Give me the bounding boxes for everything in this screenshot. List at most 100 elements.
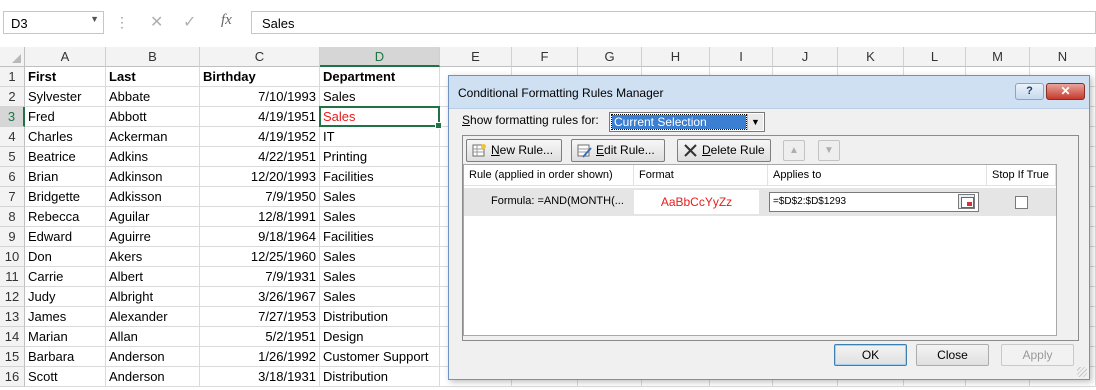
table-cell[interactable]: Facilities <box>320 227 440 247</box>
table-cell[interactable]: Adkins <box>106 147 200 167</box>
table-cell[interactable]: Bridgette <box>25 187 106 207</box>
table-cell[interactable]: Edward <box>25 227 106 247</box>
table-cell[interactable]: Abbate <box>106 87 200 107</box>
row-header-11[interactable]: 11 <box>0 267 25 287</box>
header-cell[interactable]: Birthday <box>200 67 320 87</box>
column-header-c[interactable]: C <box>200 47 320 67</box>
range-select-icon[interactable] <box>958 194 975 209</box>
column-header-d[interactable]: D <box>320 47 440 67</box>
dialog-title-bar[interactable]: Conditional Formatting Rules Manager ? ✕ <box>449 76 1089 109</box>
column-header-k[interactable]: K <box>838 47 904 67</box>
table-cell[interactable]: 9/18/1964 <box>200 227 320 247</box>
formula-input[interactable]: Sales <box>251 11 1096 34</box>
table-cell[interactable]: Sales <box>320 267 440 287</box>
table-cell[interactable]: Akers <box>106 247 200 267</box>
row-header-16[interactable]: 16 <box>0 367 25 387</box>
header-cell[interactable]: First <box>25 67 106 87</box>
table-cell[interactable]: Design <box>320 327 440 347</box>
table-cell[interactable]: 1/26/1992 <box>200 347 320 367</box>
table-cell[interactable]: Sales <box>320 187 440 207</box>
edit-rule-button[interactable]: Edit Rule... <box>571 139 665 162</box>
close-icon[interactable]: ✕ <box>150 12 163 32</box>
row-header-9[interactable]: 9 <box>0 227 25 247</box>
header-cell[interactable]: Department <box>320 67 440 87</box>
table-cell[interactable]: Barbara <box>25 347 106 367</box>
row-header-2[interactable]: 2 <box>0 87 25 107</box>
row-header-1[interactable]: 1 <box>0 67 25 87</box>
show-rules-dropdown[interactable]: Current Selection ▼ <box>609 112 765 132</box>
table-cell[interactable]: Printing <box>320 147 440 167</box>
apply-button[interactable]: Apply <box>1001 344 1074 366</box>
table-cell[interactable]: Sales <box>320 247 440 267</box>
table-cell[interactable]: Charles <box>25 127 106 147</box>
column-header-a[interactable]: A <box>25 47 106 67</box>
table-cell[interactable]: Albert <box>106 267 200 287</box>
row-header-14[interactable]: 14 <box>0 327 25 347</box>
delete-rule-button[interactable]: Delete Rule <box>677 139 771 162</box>
applies-to-input[interactable]: =$D$2:$D$1293 <box>769 192 979 212</box>
column-header-m[interactable]: M <box>966 47 1030 67</box>
table-cell[interactable]: Judy <box>25 287 106 307</box>
check-icon[interactable]: ✓ <box>183 12 196 32</box>
table-cell[interactable]: 3/18/1931 <box>200 367 320 387</box>
table-cell[interactable]: Rebecca <box>25 207 106 227</box>
table-cell[interactable]: Facilities <box>320 167 440 187</box>
row-header-12[interactable]: 12 <box>0 287 25 307</box>
table-cell[interactable]: Sylvester <box>25 87 106 107</box>
table-cell[interactable]: Distribution <box>320 307 440 327</box>
table-cell[interactable]: 7/10/1993 <box>200 87 320 107</box>
column-header-l[interactable]: L <box>904 47 966 67</box>
table-cell[interactable]: Sales <box>320 287 440 307</box>
header-cell[interactable]: Last <box>106 67 200 87</box>
column-header-i[interactable]: I <box>710 47 773 67</box>
table-cell[interactable]: Aguilar <box>106 207 200 227</box>
table-cell[interactable]: 7/9/1950 <box>200 187 320 207</box>
close-dialog-button[interactable]: ✕ <box>1046 83 1085 100</box>
row-header-15[interactable]: 15 <box>0 347 25 367</box>
rule-row[interactable]: Formula: =AND(MONTH(... AaBbCcYyZz =$D$2… <box>464 188 1056 216</box>
table-cell[interactable]: 4/19/1952 <box>200 127 320 147</box>
table-cell[interactable]: Marian <box>25 327 106 347</box>
column-header-g[interactable]: G <box>578 47 642 67</box>
stop-if-true-checkbox[interactable] <box>1015 196 1028 209</box>
table-cell[interactable]: Customer Support <box>320 347 440 367</box>
table-cell[interactable]: Scott <box>25 367 106 387</box>
chevron-down-icon[interactable]: ▼ <box>747 114 763 130</box>
table-cell[interactable]: 12/20/1993 <box>200 167 320 187</box>
table-cell[interactable]: Adkisson <box>106 187 200 207</box>
table-cell[interactable]: Anderson <box>106 347 200 367</box>
row-header-4[interactable]: 4 <box>0 127 25 147</box>
table-cell[interactable]: 4/22/1951 <box>200 147 320 167</box>
table-cell[interactable]: 12/25/1960 <box>200 247 320 267</box>
table-cell[interactable]: Abbott <box>106 107 200 127</box>
row-header-5[interactable]: 5 <box>0 147 25 167</box>
table-cell[interactable]: Brian <box>25 167 106 187</box>
chevron-down-icon[interactable]: ▼ <box>90 14 99 24</box>
table-cell[interactable]: 7/9/1931 <box>200 267 320 287</box>
table-cell[interactable]: Beatrice <box>25 147 106 167</box>
select-all-button[interactable] <box>0 47 25 67</box>
new-rule-button[interactable]: New Rule... <box>466 139 562 162</box>
table-cell[interactable]: Fred <box>25 107 106 127</box>
table-cell[interactable]: Adkinson <box>106 167 200 187</box>
arrow-up-icon[interactable]: ▲ <box>783 140 805 161</box>
table-cell[interactable]: Sales <box>320 107 440 127</box>
table-cell[interactable]: Carrie <box>25 267 106 287</box>
row-header-13[interactable]: 13 <box>0 307 25 327</box>
column-header-h[interactable]: H <box>642 47 710 67</box>
help-button[interactable]: ? <box>1015 83 1044 100</box>
table-cell[interactable]: 3/26/1967 <box>200 287 320 307</box>
row-header-6[interactable]: 6 <box>0 167 25 187</box>
table-cell[interactable]: Sales <box>320 87 440 107</box>
table-cell[interactable]: Ackerman <box>106 127 200 147</box>
table-cell[interactable]: Anderson <box>106 367 200 387</box>
table-cell[interactable]: James <box>25 307 106 327</box>
close-button[interactable]: Close <box>916 344 989 366</box>
row-header-7[interactable]: 7 <box>0 187 25 207</box>
table-cell[interactable]: 7/27/1953 <box>200 307 320 327</box>
table-cell[interactable]: 4/19/1951 <box>200 107 320 127</box>
table-cell[interactable]: Aguirre <box>106 227 200 247</box>
row-header-3[interactable]: 3 <box>0 107 25 127</box>
table-cell[interactable]: Albright <box>106 287 200 307</box>
row-header-10[interactable]: 10 <box>0 247 25 267</box>
